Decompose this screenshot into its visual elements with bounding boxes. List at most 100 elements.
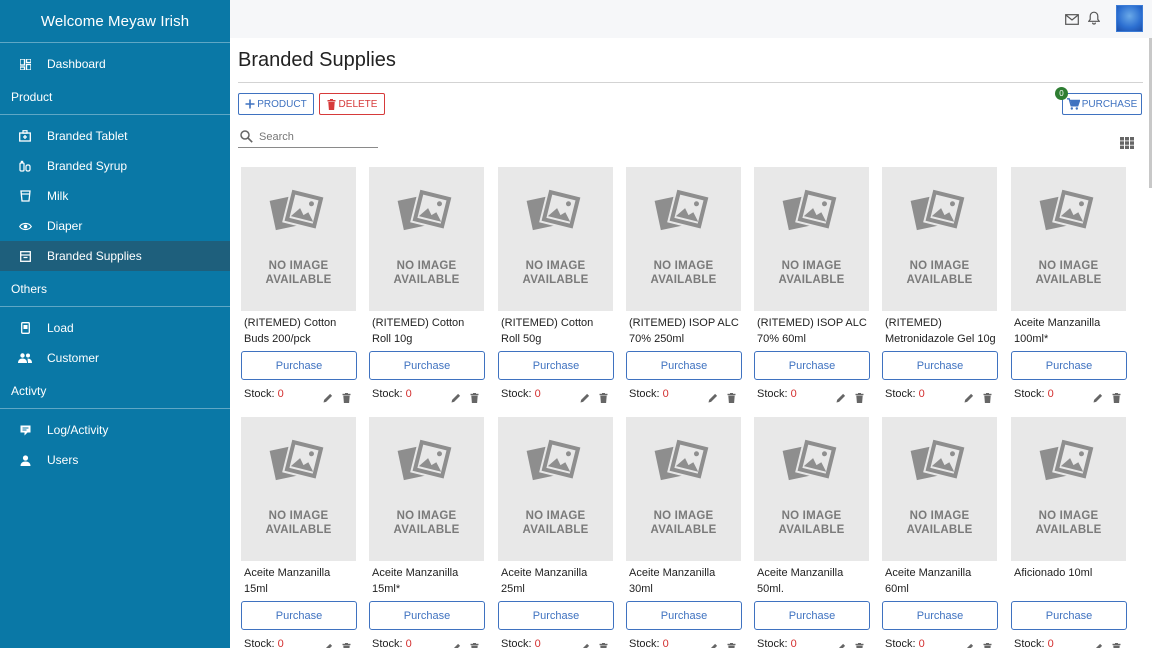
purchase-cart-button[interactable]: PURCHASE: [1062, 93, 1142, 115]
no-image-text: NO IMAGE AVAILABLE: [626, 259, 741, 287]
edit-icon[interactable]: [580, 640, 590, 648]
product-image-placeholder: NO IMAGE AVAILABLE: [626, 417, 741, 561]
no-image-line2: AVAILABLE: [1035, 524, 1102, 536]
purchase-button[interactable]: Purchase: [1011, 601, 1127, 630]
product-image-placeholder: NO IMAGE AVAILABLE: [626, 167, 741, 311]
edit-icon[interactable]: [836, 640, 846, 648]
edit-icon[interactable]: [323, 390, 333, 408]
trash-icon[interactable]: [983, 390, 992, 408]
trash-icon[interactable]: [855, 390, 864, 408]
no-image-text: NO IMAGE AVAILABLE: [1011, 259, 1126, 287]
trash-icon[interactable]: [342, 390, 351, 408]
no-image-line2: AVAILABLE: [650, 524, 717, 536]
archive-icon: [18, 249, 32, 263]
search-field[interactable]: [238, 126, 378, 148]
stock-value: 0: [790, 388, 797, 400]
purchase-button[interactable]: Purchase: [754, 351, 870, 380]
sidebar-item-milk[interactable]: Milk: [0, 181, 230, 211]
purchase-button[interactable]: Purchase: [241, 601, 357, 630]
purchase-button[interactable]: Purchase: [754, 601, 870, 630]
bell-icon[interactable]: [1087, 11, 1101, 30]
trash-icon[interactable]: [599, 640, 608, 648]
product-name: Aceite Manzanilla 100ml*: [1014, 317, 1101, 345]
edit-icon[interactable]: [1093, 640, 1103, 648]
sidebar-item-users[interactable]: Users: [0, 445, 230, 475]
delete-button[interactable]: DELETE: [319, 93, 385, 115]
product-name: Aceite Manzanilla 30ml: [629, 567, 716, 595]
purchase-button[interactable]: Purchase: [498, 601, 614, 630]
sidebar-item-log-activity[interactable]: Log/Activity: [0, 415, 230, 445]
add-product-label: PRODUCT: [257, 98, 307, 110]
sidebar-item-dashboard[interactable]: Dashboard: [0, 49, 230, 79]
purchase-button[interactable]: Purchase: [369, 601, 485, 630]
no-image-icon: [397, 439, 454, 481]
product-card: NO IMAGE AVAILABLE Aceite Manzanilla 60ml P…: [880, 417, 998, 648]
edit-icon[interactable]: [323, 640, 333, 648]
product-image-placeholder: NO IMAGE AVAILABLE: [754, 167, 869, 311]
purchase-button[interactable]: Purchase: [882, 351, 998, 380]
trash-icon[interactable]: [1112, 390, 1121, 408]
sidebar-item-diaper[interactable]: Diaper: [0, 211, 230, 241]
sidebar-item-branded-supplies[interactable]: Branded Supplies: [0, 241, 230, 271]
edit-icon[interactable]: [964, 390, 974, 408]
sidebar-item-load[interactable]: Load: [0, 313, 230, 343]
no-image-line2: AVAILABLE: [1035, 274, 1102, 286]
product-image-placeholder: NO IMAGE AVAILABLE: [1011, 167, 1126, 311]
product-name: Aceite Manzanilla 15ml: [244, 567, 331, 595]
trash-icon[interactable]: [855, 640, 864, 648]
trash-icon[interactable]: [470, 640, 479, 648]
no-image-icon: [910, 439, 967, 481]
sidebar-item-branded-tablet[interactable]: Branded Tablet: [0, 121, 230, 151]
product-card: NO IMAGE AVAILABLE (RITEMED) Cotton Roll 5…: [496, 167, 614, 407]
purchase-button[interactable]: Purchase: [1011, 351, 1127, 380]
edit-icon[interactable]: [836, 390, 846, 408]
no-image-text: NO IMAGE AVAILABLE: [626, 509, 741, 537]
welcome-text: Welcome Meyaw Irish: [0, 0, 230, 43]
avatar[interactable]: [1116, 5, 1143, 32]
edit-icon[interactable]: [451, 640, 461, 648]
product-image-placeholder: NO IMAGE AVAILABLE: [498, 167, 613, 311]
no-image-icon: [526, 439, 583, 481]
purchase-button[interactable]: Purchase: [498, 351, 614, 380]
sidebar-item-branded-syrup[interactable]: Branded Syrup: [0, 151, 230, 181]
purchase-button[interactable]: Purchase: [626, 601, 742, 630]
edit-icon[interactable]: [708, 640, 718, 648]
stock-info: Stock: 0: [629, 388, 669, 400]
purchase-button[interactable]: Purchase: [241, 351, 357, 380]
edit-icon[interactable]: [708, 390, 718, 408]
no-image-line1: NO IMAGE: [268, 510, 329, 522]
trash-icon[interactable]: [470, 390, 479, 408]
stock-label: Stock:: [1014, 388, 1045, 400]
purchase-button[interactable]: Purchase: [626, 351, 742, 380]
stock-value: 0: [918, 638, 925, 648]
search-input[interactable]: [259, 130, 369, 143]
trash-icon[interactable]: [727, 390, 736, 408]
product-name: Aceite Manzanilla 50ml.: [757, 567, 844, 595]
stock-label: Stock:: [501, 638, 532, 648]
edit-icon[interactable]: [964, 640, 974, 648]
no-image-text: NO IMAGE AVAILABLE: [241, 259, 356, 287]
no-image-icon: [1039, 439, 1096, 481]
edit-icon[interactable]: [451, 390, 461, 408]
purchase-button[interactable]: Purchase: [369, 351, 485, 380]
trash-icon[interactable]: [727, 640, 736, 648]
mail-icon[interactable]: [1065, 12, 1079, 30]
sidebar-item-customer[interactable]: Customer: [0, 343, 230, 373]
no-image-line2: AVAILABLE: [778, 274, 845, 286]
trash-icon[interactable]: [599, 390, 608, 408]
edit-icon[interactable]: [1093, 390, 1103, 408]
no-image-line1: NO IMAGE: [909, 510, 970, 522]
no-image-line1: NO IMAGE: [1038, 510, 1099, 522]
no-image-line2: AVAILABLE: [265, 524, 332, 536]
trash-icon[interactable]: [983, 640, 992, 648]
log-icon: [18, 423, 32, 437]
trash-icon[interactable]: [1112, 640, 1121, 648]
syrup-icon: [18, 159, 32, 173]
product-card: NO IMAGE AVAILABLE (RITEMED) Cotton Buds 2…: [239, 167, 357, 407]
purchase-button[interactable]: Purchase: [882, 601, 998, 630]
edit-icon[interactable]: [580, 390, 590, 408]
trash-icon[interactable]: [342, 640, 351, 648]
add-product-button[interactable]: PRODUCT: [238, 93, 314, 115]
grid-view-icon[interactable]: [1120, 136, 1134, 154]
product-name: (RITEMED) ISOP ALC 70% 60ml: [757, 317, 867, 345]
